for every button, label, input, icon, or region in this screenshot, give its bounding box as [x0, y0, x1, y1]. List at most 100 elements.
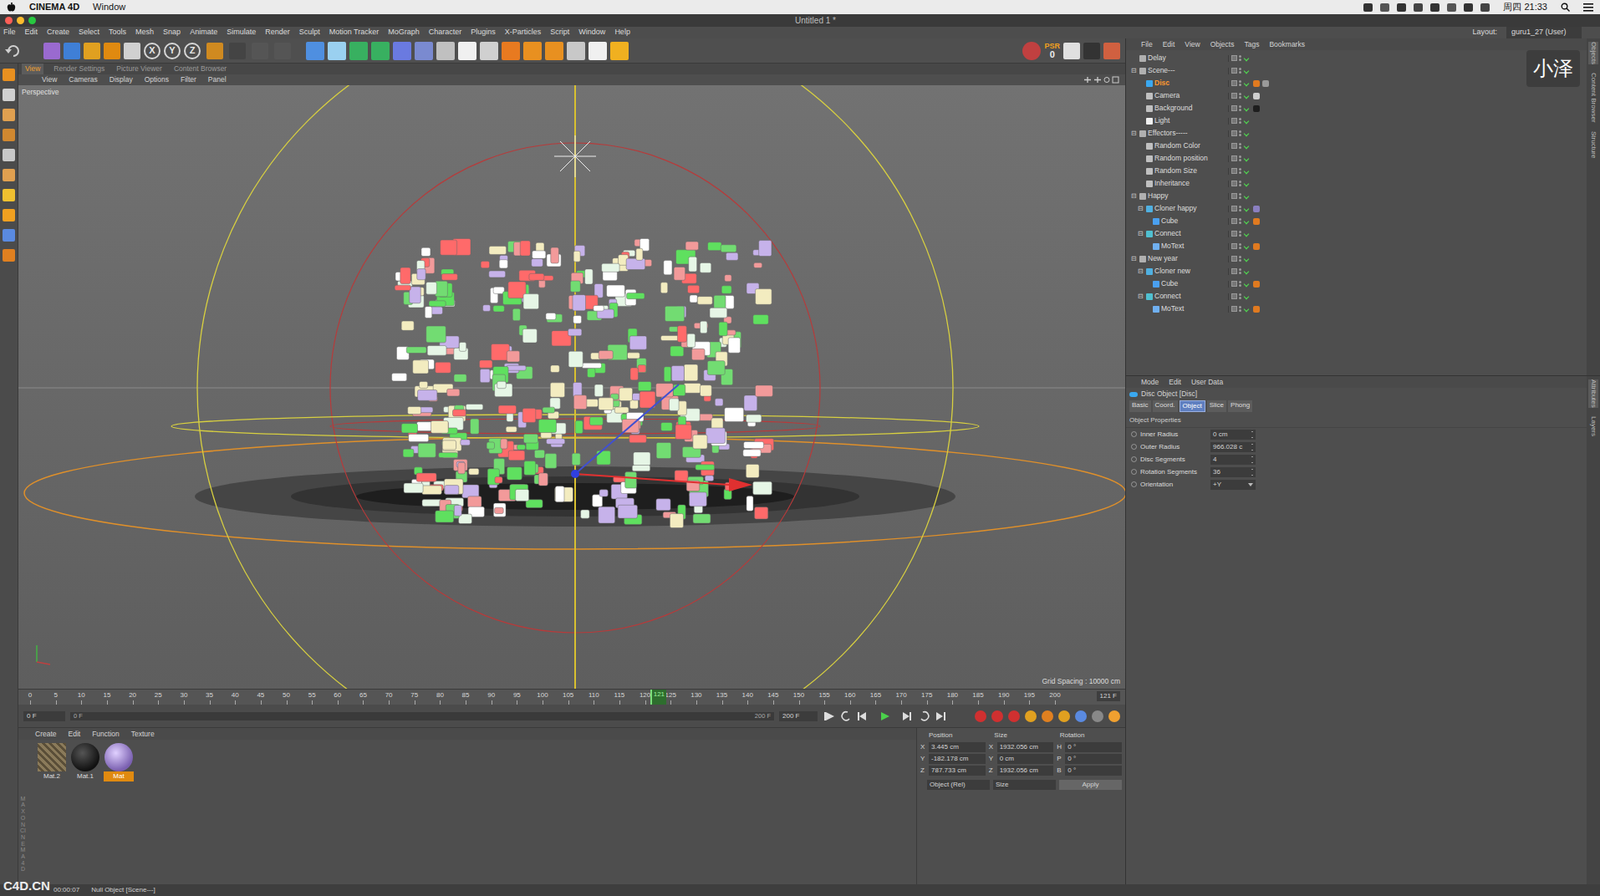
viewport-menu-item[interactable]: Options [144, 74, 169, 86]
coordinate-field[interactable]: 0 ° [1064, 742, 1122, 753]
viewport-tab[interactable]: View [21, 63, 44, 75]
attribute-tab[interactable]: Basic [1129, 400, 1152, 413]
mode-icon[interactable] [2, 128, 16, 142]
menu-item[interactable]: Plugins [470, 26, 496, 39]
tool-icon[interactable] [83, 42, 101, 60]
tree-toggle[interactable]: ⊟ [1131, 191, 1138, 202]
tag-icon[interactable] [1253, 243, 1260, 250]
object-name[interactable]: Background [1154, 102, 1193, 114]
mode-icon[interactable] [2, 168, 16, 182]
object-row[interactable]: Delay [1126, 51, 1587, 65]
material-menu-item[interactable]: Texture [131, 728, 155, 740]
coordinate-mode-dropdown[interactable]: Object (Rel) [927, 779, 990, 790]
material-menu-item[interactable]: Function [91, 728, 120, 740]
tool-icon[interactable] [436, 41, 455, 61]
key-icon[interactable] [974, 710, 987, 723]
viewport-tab[interactable]: Render Settings [51, 63, 107, 75]
object-name[interactable]: Disc [1154, 77, 1170, 89]
mode-icon[interactable] [2, 68, 16, 82]
object-row[interactable]: ⊟Cloner new [1126, 264, 1587, 278]
tool-icon[interactable] [103, 42, 121, 60]
object-row[interactable]: Random Size [1126, 164, 1587, 178]
enabled-check[interactable] [1243, 293, 1250, 300]
attribute-field[interactable]: 966.028 c [1210, 442, 1256, 453]
status-icon[interactable] [1363, 3, 1373, 12]
tool-icon[interactable] [501, 41, 520, 61]
tree-toggle[interactable]: ⊟ [1137, 266, 1145, 277]
mode-icon[interactable] [2, 108, 16, 122]
menu-item[interactable]: Snap [163, 26, 181, 39]
object-menu-item[interactable]: File [1141, 39, 1153, 51]
attribute-tab[interactable]: Coord. [1152, 400, 1178, 413]
tag-icon[interactable] [1253, 105, 1260, 113]
enabled-check[interactable] [1243, 155, 1250, 162]
object-name[interactable]: Random position [1154, 152, 1208, 164]
mode-icon[interactable] [2, 229, 16, 242]
object-menu-item[interactable]: View [1184, 39, 1200, 51]
viewport-tab[interactable]: Picture Viewer [114, 63, 164, 75]
tool-icon[interactable] [274, 42, 291, 60]
attribute-menu-item[interactable]: User Data [1191, 377, 1223, 388]
tree-toggle[interactable]: ⊟ [1131, 66, 1138, 77]
frame-field[interactable]: 121 F [1096, 691, 1121, 702]
tool-icon[interactable] [123, 42, 141, 60]
object-menu-item[interactable]: Edit [1162, 39, 1176, 51]
enabled-check[interactable] [1243, 117, 1250, 124]
enabled-check[interactable] [1243, 105, 1250, 112]
apply-button[interactable]: Apply [1059, 779, 1122, 790]
object-name[interactable]: Happy [1147, 190, 1169, 202]
end-frame-field[interactable]: 200 F [779, 711, 818, 722]
layout-dropdown[interactable]: guru1_27 (User) [1506, 26, 1582, 39]
mac-menu-item[interactable]: Window [92, 0, 126, 15]
coordinate-field[interactable]: 0 ° [1064, 754, 1122, 765]
key-icon[interactable] [1024, 710, 1037, 723]
material-item[interactable]: Mat.2 [36, 743, 67, 782]
menu-item[interactable]: Create [46, 26, 70, 39]
tag-icon[interactable] [1253, 305, 1260, 313]
menu-item[interactable]: Animate [189, 26, 218, 39]
attribute-field[interactable]: 36 [1210, 467, 1256, 478]
viewport-menu-item[interactable]: Panel [208, 74, 227, 86]
object-row[interactable]: Random position [1126, 152, 1587, 165]
menu-item[interactable]: Edit [25, 26, 39, 39]
object-row[interactable]: Cube [1126, 277, 1587, 291]
axis-lock-button[interactable]: Z [183, 42, 201, 60]
timeline-ruler[interactable]: 0510152025303540455055606570758085909510… [18, 689, 1126, 705]
window-control[interactable] [5, 16, 13, 25]
enabled-check[interactable] [1243, 80, 1250, 87]
attribute-menu-item[interactable]: Edit [1168, 377, 1182, 388]
status-icon[interactable] [1380, 3, 1390, 12]
side-tab[interactable]: Layers [1588, 416, 1599, 437]
coordinate-field[interactable]: 0 ° [1064, 765, 1122, 776]
tool-icon[interactable] [63, 42, 81, 60]
key-icon[interactable] [1058, 710, 1071, 723]
object-name[interactable]: Camera [1154, 90, 1180, 102]
key-icon[interactable] [1008, 710, 1020, 723]
mode-icon[interactable] [2, 249, 16, 262]
mode-icon[interactable] [2, 188, 16, 202]
animation-dot[interactable] [1131, 443, 1137, 450]
status-icon[interactable] [1430, 3, 1440, 12]
coordinate-field[interactable]: 1932.056 cm [997, 742, 1055, 753]
playhead[interactable]: 121 [650, 689, 667, 705]
size-mode-dropdown[interactable]: Size [993, 779, 1056, 790]
status-icon[interactable] [1396, 3, 1407, 12]
tool-icon[interactable] [371, 41, 390, 61]
enabled-check[interactable] [1243, 268, 1250, 275]
mode-icon[interactable] [2, 88, 16, 102]
attribute-menu-item[interactable]: Mode [1141, 377, 1159, 388]
menu-item[interactable]: X-Particles [504, 26, 542, 39]
enabled-check[interactable] [1243, 205, 1250, 212]
object-row[interactable]: Inheritance [1126, 177, 1587, 190]
tag-icon[interactable] [1253, 92, 1260, 100]
object-row[interactable]: Cube [1126, 214, 1587, 228]
viewport-menu-item[interactable]: View [41, 74, 57, 86]
object-name[interactable]: New year [1147, 253, 1178, 265]
enabled-check[interactable] [1243, 218, 1250, 225]
enabled-check[interactable] [1243, 142, 1250, 149]
side-tab[interactable]: Objects [1588, 41, 1599, 65]
object-row[interactable]: ⊟Connect [1126, 290, 1587, 303]
object-row[interactable]: ⊟Scene--- [1126, 64, 1587, 77]
attribute-tab[interactable]: Slice [1207, 400, 1227, 413]
enabled-check[interactable] [1243, 92, 1250, 99]
